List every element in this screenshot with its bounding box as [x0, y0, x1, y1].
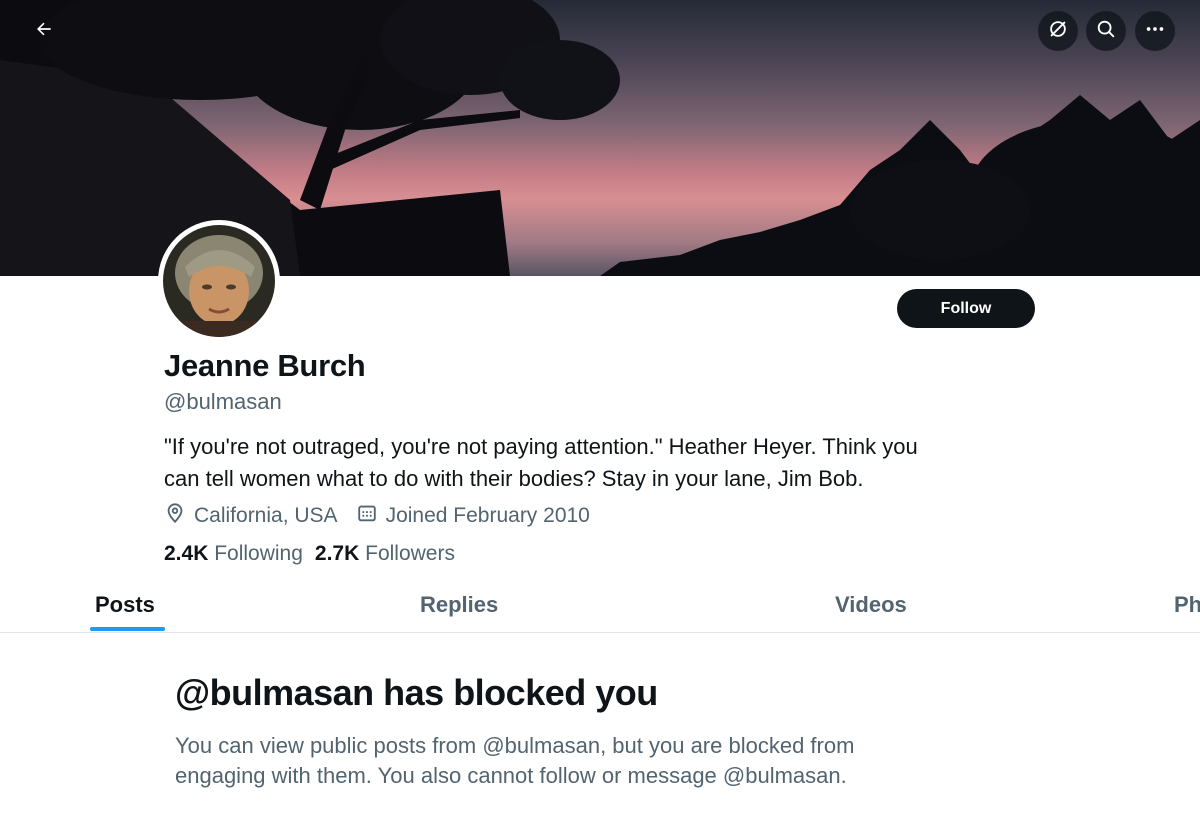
following-count: 2.4K: [164, 542, 209, 565]
more-icon: [1144, 18, 1166, 45]
search-button[interactable]: [1086, 11, 1126, 51]
location-icon: [164, 502, 194, 530]
avatar-image: [163, 225, 275, 337]
tab-posts[interactable]: Posts: [95, 592, 155, 618]
followers-label: Followers: [365, 542, 455, 565]
joined-text: Joined February 2010: [385, 504, 590, 527]
followers-link[interactable]: 2.7K Followers: [315, 542, 455, 566]
follow-button[interactable]: Follow: [897, 289, 1035, 328]
bio-line: "If you're not outraged, you're not payi…: [164, 434, 918, 459]
calendar-icon: [356, 502, 386, 530]
more-button[interactable]: [1135, 11, 1175, 51]
following-link[interactable]: 2.4K Following: [164, 542, 303, 566]
profile-name: Jeanne Burch: [164, 348, 366, 383]
blocked-line: engaging with them. You also cannot foll…: [175, 763, 847, 788]
joined-item: Joined February 2010: [356, 502, 590, 530]
followers-count: 2.7K: [314, 542, 360, 565]
avatar[interactable]: [158, 220, 280, 342]
profile-meta: California, USA Joined February 2010: [164, 502, 608, 530]
active-tab-indicator: [90, 627, 165, 631]
grok-icon: [1047, 18, 1069, 45]
profile-stats: 2.4K Following 2.7K Followers: [164, 542, 467, 566]
blocked-line: You can view public posts from @bulmasan…: [175, 733, 855, 758]
blocked-title: @bulmasan has blocked you: [175, 672, 658, 713]
profile-handle: @bulmasan: [164, 389, 282, 414]
tab-videos[interactable]: Videos: [835, 592, 907, 618]
back-button[interactable]: [24, 11, 64, 51]
profile-tabs: Posts Replies Videos Ph: [0, 584, 1200, 633]
grok-button[interactable]: [1038, 11, 1078, 51]
profile-bio: "If you're not outraged, you're not payi…: [164, 431, 1064, 495]
search-icon: [1095, 18, 1117, 45]
arrow-left-icon: [34, 19, 54, 44]
bio-line: can tell women what to do with their bod…: [164, 466, 864, 491]
location-text: California, USA: [194, 504, 338, 527]
tab-photos[interactable]: Ph: [1174, 592, 1200, 618]
location-item: California, USA: [164, 502, 338, 530]
blocked-message: You can view public posts from @bulmasan…: [175, 731, 995, 791]
tab-replies[interactable]: Replies: [420, 592, 498, 618]
following-label: Following: [214, 542, 303, 565]
